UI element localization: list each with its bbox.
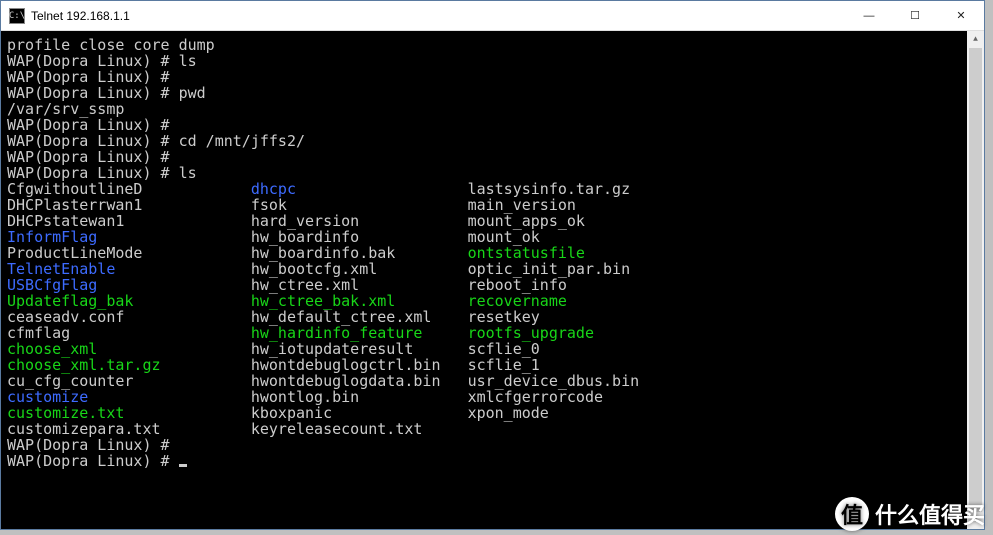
ls-entry: hw_boardinfo [251, 229, 468, 245]
ls-entry: rootfs_upgrade [468, 325, 594, 341]
ls-entry: DHCPlasterrwan1 [7, 197, 251, 213]
ls-entry: hwontdebuglogctrl.bin [251, 357, 468, 373]
ls-entry: customize [7, 389, 251, 405]
ls-entry: hard_version [251, 213, 468, 229]
titlebar[interactable]: C:\ Telnet 192.168.1.1 — ☐ ✕ [1, 1, 984, 31]
scroll-track[interactable] [967, 48, 984, 512]
cmd-icon: C:\ [9, 8, 25, 24]
ls-entry: kboxpanic [251, 405, 468, 421]
terminal-area: profile close core dump WAP(Dopra Linux)… [1, 31, 984, 529]
ls-entry: mount_ok [468, 229, 540, 245]
ls-entry: optic_init_par.bin [468, 261, 631, 277]
ls-entry: cu_cfg_counter [7, 373, 251, 389]
ls-entry: Updateflag_bak [7, 293, 251, 309]
ls-entry: fsok [251, 197, 468, 213]
ls-entry: main_version [468, 197, 576, 213]
close-button[interactable]: ✕ [938, 1, 984, 31]
ls-entry: cfmflag [7, 325, 251, 341]
ls-entry: customizepara.txt [7, 421, 251, 437]
ls-entry: hw_bootcfg.xml [251, 261, 468, 277]
ls-entry: ontstatusfile [468, 245, 585, 261]
ls-entry: dhcpc [251, 181, 468, 197]
scroll-thumb[interactable] [969, 48, 982, 512]
ls-entry: hw_ctree.xml [251, 277, 468, 293]
scroll-down-icon[interactable]: ▼ [967, 512, 984, 529]
cursor [179, 464, 187, 467]
minimize-button[interactable]: — [846, 1, 892, 31]
terminal-window: C:\ Telnet 192.168.1.1 — ☐ ✕ profile clo… [0, 0, 985, 530]
ls-entry: scflie_0 [468, 341, 540, 357]
ls-entry: CfgwithoutlineD [7, 181, 251, 197]
ls-entry: xpon_mode [468, 405, 549, 421]
ls-entry: reboot_info [468, 277, 567, 293]
ls-entry: mount_apps_ok [468, 213, 585, 229]
ls-entry: DHCPstatewan1 [7, 213, 251, 229]
ls-entry: choose_xml [7, 341, 251, 357]
ls-entry: InformFlag [7, 229, 251, 245]
ls-entry: lastsysinfo.tar.gz [468, 181, 631, 197]
ls-entry: ceaseadv.conf [7, 309, 251, 325]
ls-entry: resetkey [468, 309, 540, 325]
window-controls: — ☐ ✕ [846, 1, 984, 31]
ls-entry: TelnetEnable [7, 261, 251, 277]
ls-entry: scflie_1 [468, 357, 540, 373]
ls-entry: hw_hardinfo_feature [251, 325, 468, 341]
ls-entry: hw_iotupdateresult [251, 341, 468, 357]
ls-entry: hw_ctree_bak.xml [251, 293, 468, 309]
ls-entry: USBCfgFlag [7, 277, 251, 293]
ls-entry: ProductLineMode [7, 245, 251, 261]
scroll-up-icon[interactable]: ▲ [967, 31, 984, 48]
ls-entry: recovername [468, 293, 567, 309]
maximize-button[interactable]: ☐ [892, 1, 938, 31]
ls-entry: keyreleasecount.txt [251, 421, 468, 437]
vertical-scrollbar[interactable]: ▲ ▼ [967, 31, 984, 529]
ls-entry: hwontdebuglogdata.bin [251, 373, 468, 389]
ls-entry: hw_default_ctree.xml [251, 309, 468, 325]
ls-entry: usr_device_dbus.bin [468, 373, 640, 389]
ls-entry: customize.txt [7, 405, 251, 421]
ls-entry: hwontlog.bin [251, 389, 468, 405]
terminal-output[interactable]: profile close core dump WAP(Dopra Linux)… [1, 31, 967, 529]
ls-entry: choose_xml.tar.gz [7, 357, 251, 373]
ls-entry: hw_boardinfo.bak [251, 245, 468, 261]
window-title: Telnet 192.168.1.1 [31, 9, 846, 23]
ls-entry: xmlcfgerrorcode [468, 389, 603, 405]
